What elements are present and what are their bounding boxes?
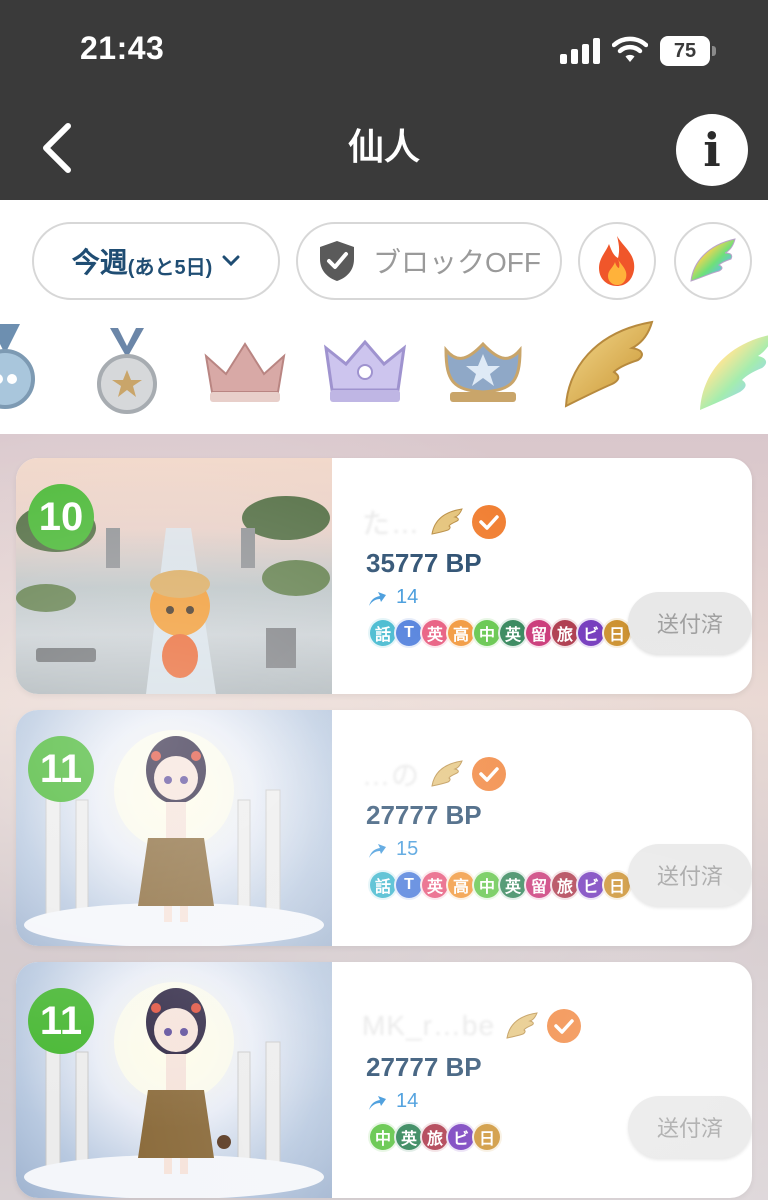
medal-silver-icon[interactable] <box>92 328 162 418</box>
fire-icon <box>599 236 635 286</box>
tag-badge: 中 <box>368 1122 398 1152</box>
bp-score: 27777 BP <box>366 1052 482 1082</box>
sent-button[interactable]: 送付済 <box>628 592 752 654</box>
streak: 15 <box>366 838 418 861</box>
heaven-scene <box>24 730 324 946</box>
tag-badge: 話 <box>368 870 398 900</box>
rainbow-wing-icon <box>690 238 736 282</box>
streak-count: 14 <box>396 586 419 608</box>
wing-gold-icon <box>506 1012 538 1039</box>
shield-check-icon <box>320 241 354 281</box>
block-toggle-button[interactable]: ブロックOFF <box>296 222 562 300</box>
zen-garden-scene <box>16 496 330 694</box>
wing-gold-icon <box>431 508 463 535</box>
username: た… <box>362 508 421 539</box>
tag-badge: ビ <box>576 618 606 648</box>
username: …の <box>362 760 421 791</box>
tag-badge: 話 <box>368 618 398 648</box>
trend-arrow-icon <box>369 591 386 606</box>
streak-count: 14 <box>396 1090 419 1112</box>
tag-badge: 旅 <box>420 1122 450 1152</box>
tag-badge: ビ <box>446 1122 476 1152</box>
top-bar: 21:43 75 仙人 i <box>0 0 768 200</box>
tag-badge: 英 <box>420 618 450 648</box>
tag-badge: 英 <box>420 870 450 900</box>
sent-button[interactable]: 送付済 <box>628 844 752 906</box>
streak: 14 <box>366 1090 418 1113</box>
tag-badge: 日 <box>472 1122 502 1152</box>
battery-level: 75 <box>660 36 710 66</box>
ranking-list: 10 た… 35777 BP 14 話 T 英 高 中 英 留 旅 ビ 日 送付… <box>0 434 768 1200</box>
tag-badge: 日 <box>602 870 632 900</box>
crown-blue-icon[interactable] <box>440 332 526 408</box>
wing-gold-icon <box>431 760 463 787</box>
bp-score: 35777 BP <box>366 548 482 578</box>
entry-info: た… 35777 BP 14 話 T 英 高 中 英 留 旅 ビ 日 送付済 <box>350 458 752 694</box>
tag-badge: 旅 <box>550 870 580 900</box>
tag-list: 中 英 旅 ビ 日 <box>368 1122 502 1152</box>
period-main-label: 今週 <box>71 247 128 278</box>
tag-badge: 留 <box>524 870 554 900</box>
ranking-card[interactable]: 11 …の 27777 BP 15 話 T 英 高 中 英 留 旅 ビ 日 送付… <box>16 710 752 946</box>
streak-count: 15 <box>396 838 419 860</box>
tag-list: 話 T 英 高 中 英 留 旅 ビ 日 <box>368 870 632 900</box>
tag-list: 話 T 英 高 中 英 留 旅 ビ 日 <box>368 618 632 648</box>
streak: 14 <box>366 586 418 609</box>
crown-purple-icon[interactable] <box>322 334 408 406</box>
heaven-scene <box>24 982 324 1198</box>
fire-filter-button[interactable] <box>578 222 656 300</box>
tag-badge: 留 <box>524 618 554 648</box>
trend-arrow-icon <box>369 843 386 858</box>
signal-icon <box>560 38 602 64</box>
period-sub-label: (あと5日) <box>127 256 213 279</box>
ranking-card[interactable]: 11 MK_r…be 27777 BP 14 中 英 旅 ビ 日 送付済 <box>16 962 752 1198</box>
ranking-card[interactable]: 10 た… 35777 BP 14 話 T 英 高 中 英 留 旅 ビ 日 送付… <box>16 458 752 694</box>
entry-info: …の 27777 BP 15 話 T 英 高 中 英 留 旅 ビ 日 送付済 <box>350 710 752 946</box>
filter-row: 今週 (あと5日) ブロックOFF <box>0 200 768 316</box>
info-button[interactable]: i <box>676 114 748 186</box>
crown-red-icon[interactable] <box>200 336 290 406</box>
avatar-scene-image: 10 <box>16 458 332 694</box>
rank-badge: 11 <box>28 988 94 1054</box>
verified-check-icon <box>547 1009 582 1043</box>
tag-badge: 英 <box>394 1122 424 1152</box>
avatar-scene-image: 11 <box>16 962 332 1198</box>
tag-badge: 旅 <box>550 618 580 648</box>
tag-badge: T <box>394 870 424 900</box>
avatar-scene-image: 11 <box>16 710 332 946</box>
entry-info: MK_r…be 27777 BP 14 中 英 旅 ビ 日 送付済 <box>350 962 752 1198</box>
page-title: 仙人 <box>347 126 420 167</box>
period-dropdown[interactable]: 今週 (あと5日) <box>32 222 280 300</box>
bp-score: 27777 BP <box>366 800 482 830</box>
medal-blue-icon[interactable] <box>0 324 40 414</box>
trend-arrow-icon <box>369 1095 386 1110</box>
wing-gold-icon[interactable] <box>560 320 656 410</box>
battery-icon: 75 <box>660 36 716 66</box>
tag-badge: 高 <box>446 618 476 648</box>
wifi-icon <box>612 36 648 62</box>
sent-button[interactable]: 送付済 <box>628 1096 752 1158</box>
chevron-down-icon <box>222 255 240 267</box>
status-time: 21:43 <box>80 30 165 66</box>
username: MK_r…be <box>362 1010 496 1041</box>
badge-row <box>0 316 768 434</box>
rainbow-wing-filter-button[interactable] <box>674 222 752 300</box>
tag-badge: T <box>394 618 424 648</box>
block-label: ブロックOFF <box>373 247 541 278</box>
rank-badge: 11 <box>28 736 94 802</box>
rank-badge: 10 <box>28 484 94 550</box>
tag-badge: 英 <box>498 618 528 648</box>
tag-badge: 高 <box>446 870 476 900</box>
tag-badge: 英 <box>498 870 528 900</box>
verified-check-icon <box>472 505 507 539</box>
verified-check-icon <box>472 757 507 791</box>
tag-badge: ビ <box>576 870 606 900</box>
wing-rainbow-icon[interactable] <box>696 330 768 414</box>
tag-badge: 日 <box>602 618 632 648</box>
tag-badge: 中 <box>472 618 502 648</box>
tag-badge: 中 <box>472 870 502 900</box>
